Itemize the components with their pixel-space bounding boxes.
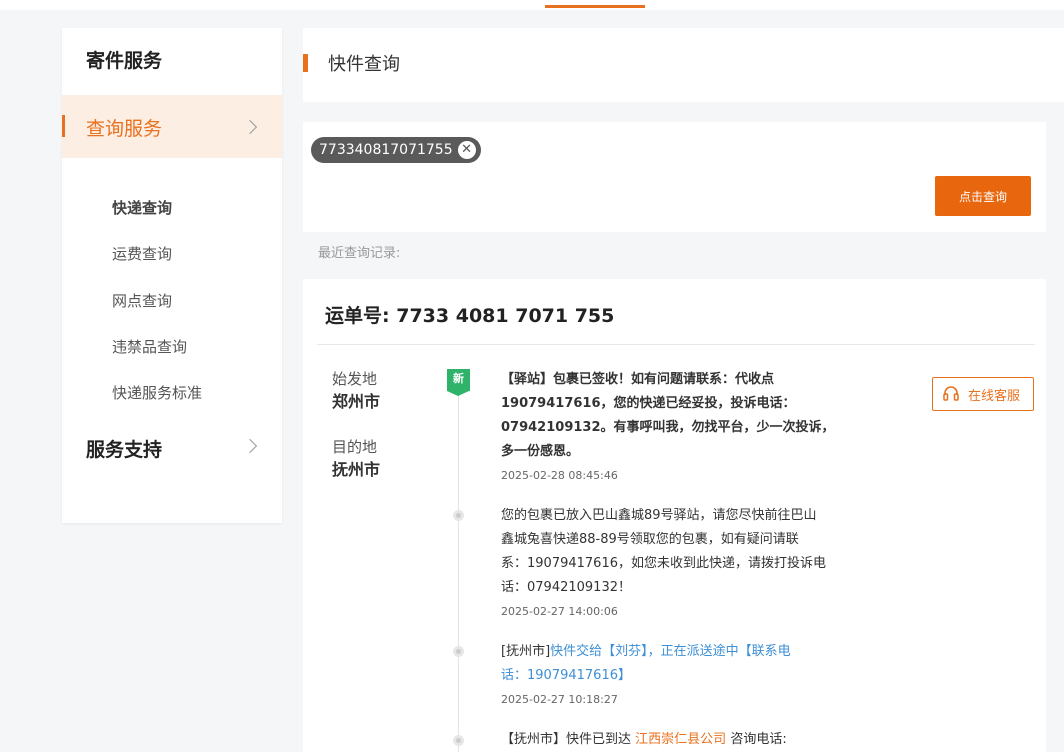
timeline-event-text: 【驿站】包裹已签收！如有问题请联系：代收点 19079417616，您的快递已经… <box>501 368 846 464</box>
customer-service-label: 在线客服 <box>968 389 1021 404</box>
event-timestamp: 2025-02-27 14:00:06 <box>501 605 618 618</box>
active-indicator <box>62 115 65 137</box>
sidebar-title: 寄件服务 <box>86 50 163 72</box>
waybill-label: 运单号 <box>325 305 383 327</box>
timeline-dot <box>453 735 464 746</box>
divider <box>317 344 1035 345</box>
top-nav-strip <box>0 0 1064 10</box>
query-button[interactable]: 点击查询 <box>935 176 1031 216</box>
event-timestamp: 2025-02-28 08:45:46 <box>501 469 618 482</box>
sidebar-item-express-query[interactable]: 快递查询 <box>112 197 172 218</box>
recent-queries-label: 最近查询记录: <box>318 246 401 261</box>
event-line: 鑫城兔喜快递88-89号领取您的包裹，如有疑问请联 <box>501 532 799 547</box>
headset-icon <box>943 386 959 401</box>
tracking-number-tag[interactable]: 773340817071755 ✕ <box>311 137 481 163</box>
sidebar-section-support[interactable]: 服务支持 <box>86 435 162 462</box>
origin-city: 郑州市 <box>332 392 381 411</box>
courier-info-link[interactable]: 话：19079417616】 <box>501 664 846 688</box>
chevron-right-icon[interactable] <box>242 438 258 454</box>
destination-city: 抚州市 <box>332 460 381 479</box>
tracking-number-text: 773340817071755 <box>319 142 453 158</box>
event-timestamp: 2025-02-27 10:18:27 <box>501 693 618 706</box>
branch-company-link[interactable]: 江西崇仁县公司 <box>635 732 726 747</box>
timeline-event-text: 【抚州市】快件已到达 江西崇仁县公司 咨询电话: <box>501 728 846 752</box>
online-customer-service-button[interactable]: 在线客服 <box>932 377 1034 411</box>
sidebar-section-label: 查询服务 <box>86 118 163 140</box>
chevron-right-icon <box>242 119 258 135</box>
sidebar: 寄件服务 查询服务 快递查询 运费查询 网点查询 违禁品查询 快递服务标准 服务… <box>62 28 282 523</box>
courier-info-link[interactable]: 快件交给【刘芬】，正在派送途中【联系电 <box>550 644 791 659</box>
waybill-number: : 7733 4081 7071 755 <box>382 305 615 327</box>
waybill-heading: 运单号: 7733 4081 7071 755 <box>325 301 614 328</box>
event-line: 【驿站】包裹已签收！如有问题请联系：代收点 <box>501 372 775 387</box>
event-line: 19079417616，您的快递已经妥投，投诉电话： <box>501 396 796 411</box>
event-prefix: [抚州市] <box>501 644 551 659</box>
page-title: 快件查询 <box>328 54 400 75</box>
timeline-line <box>458 394 459 752</box>
event-line: 多一份感恩。 <box>501 444 580 459</box>
sidebar-item-prohibited-query[interactable]: 违禁品查询 <box>112 336 187 357</box>
sidebar-item-freight-query[interactable]: 运费查询 <box>112 243 172 264</box>
event-prefix: 【抚州市】快件已到达 <box>501 732 632 747</box>
search-panel: 773340817071755 ✕ 点击查询 <box>303 122 1046 232</box>
timeline-dot <box>453 510 464 521</box>
sidebar-item-service-standard[interactable]: 快递服务标准 <box>112 382 202 403</box>
event-line: [抚州市]快件交给【刘芬】，正在派送途中【联系电 <box>501 640 846 664</box>
event-line: 话：07942109132！ <box>501 580 631 595</box>
timeline-event-text: [抚州市]快件交给【刘芬】，正在派送途中【联系电 话：19079417616】 <box>501 640 846 688</box>
event-suffix: 咨询电话: <box>730 732 787 747</box>
event-line: 07942109132。有事呼叫我，勿找平台，少一次投诉， <box>501 420 835 435</box>
sidebar-item-outlet-query[interactable]: 网点查询 <box>112 290 172 311</box>
event-line: 系：19079417616，如您未收到此快递，请拨打投诉电 <box>501 556 826 571</box>
close-icon[interactable]: ✕ <box>457 141 476 159</box>
tracking-result-panel: 运单号: 7733 4081 7071 755 始发地 郑州市 目的地 抚州市 … <box>303 279 1046 752</box>
new-badge: 新 <box>447 369 470 396</box>
timeline-dot <box>453 646 464 657</box>
timeline-event-text: 您的包裹已放入巴山鑫城89号驿站，请您尽快前往巴山 鑫城兔喜快递88-89号领取… <box>501 504 846 600</box>
top-nav-active-indicator <box>545 5 645 8</box>
origin-label: 始发地 <box>332 370 378 388</box>
sidebar-section-query[interactable]: 查询服务 <box>62 95 282 158</box>
destination-label: 目的地 <box>332 438 378 456</box>
event-line: 您的包裹已放入巴山鑫城89号驿站，请您尽快前往巴山 <box>501 508 817 523</box>
page-header: 快件查询 <box>303 28 1064 102</box>
title-accent-bar <box>303 54 308 72</box>
